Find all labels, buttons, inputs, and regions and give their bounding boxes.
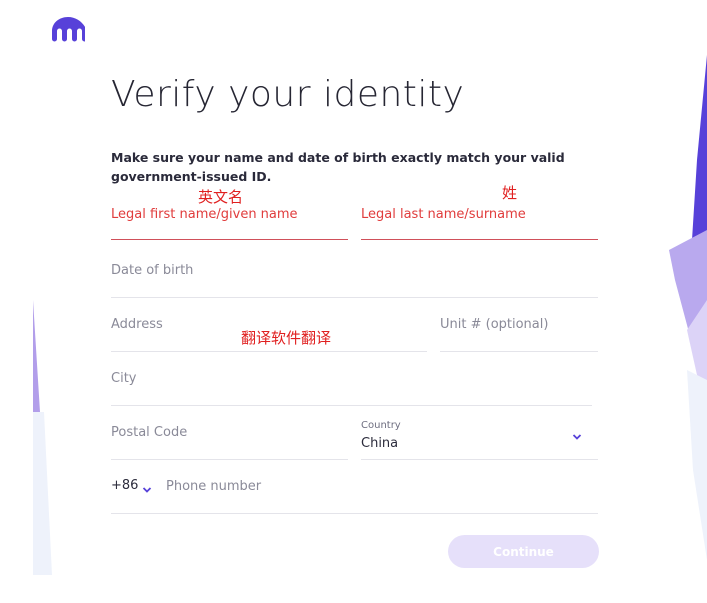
date-of-birth-field[interactable]: Date of birth <box>111 244 598 298</box>
postal-code-label: Postal Code <box>111 425 188 440</box>
country-value: China <box>361 436 399 451</box>
phone-number-input[interactable]: Phone number <box>166 479 261 494</box>
unit-label: Unit # (optional) <box>440 317 549 332</box>
decorative-shape-right <box>669 55 707 560</box>
first-name-underline <box>111 239 348 240</box>
continue-button[interactable]: Continue <box>448 535 599 568</box>
dial-code-chevron-icon[interactable] <box>142 486 152 494</box>
decorative-shape-left <box>33 300 52 575</box>
postal-code-field[interactable]: Postal Code <box>111 406 348 460</box>
first-name-label: Legal first name/given name <box>111 207 298 222</box>
last-name-underline <box>361 239 598 240</box>
dial-code-select[interactable]: +86 <box>111 478 138 493</box>
city-label: City <box>111 371 137 386</box>
chevron-down-icon[interactable] <box>572 433 582 441</box>
last-name-field[interactable]: Legal last name/surname <box>361 186 598 240</box>
date-of-birth-label: Date of birth <box>111 263 194 278</box>
page-subtitle: Make sure your name and date of birth ex… <box>111 150 565 184</box>
country-select[interactable]: Country China <box>361 406 598 460</box>
city-field[interactable]: City <box>111 352 592 406</box>
page-title: Verify your identity <box>111 74 465 115</box>
first-name-field[interactable]: Legal first name/given name <box>111 186 348 240</box>
phone-field[interactable]: +86 Phone number <box>111 460 598 514</box>
country-caption: Country <box>361 420 401 431</box>
unit-field[interactable]: Unit # (optional) <box>440 298 598 352</box>
last-name-label: Legal last name/surname <box>361 207 526 222</box>
address-label: Address <box>111 317 163 332</box>
address-field[interactable]: Address <box>111 298 427 352</box>
phone-underline <box>111 513 598 514</box>
